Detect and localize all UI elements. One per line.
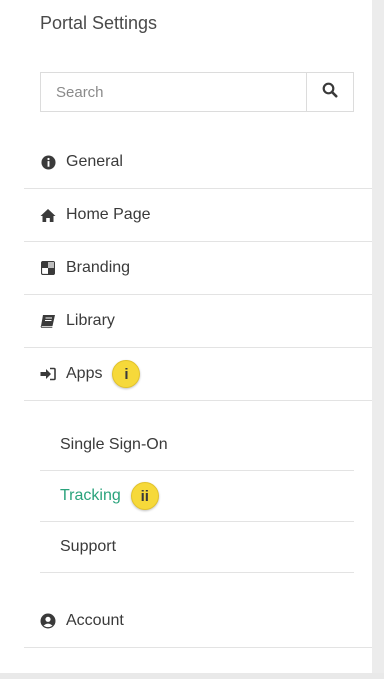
submenu-item-label: Support bbox=[60, 538, 117, 555]
search-button[interactable] bbox=[306, 73, 353, 111]
book-icon bbox=[40, 313, 56, 329]
submenu-item-tracking[interactable]: Tracking ii bbox=[40, 471, 354, 522]
sidebar-item-label: Apps bbox=[66, 365, 103, 382]
branding-icon bbox=[40, 260, 56, 276]
left-gutter bbox=[0, 0, 24, 673]
search-icon bbox=[322, 82, 338, 103]
sidebar-item-general[interactable]: General bbox=[24, 136, 372, 189]
submenu-item-label: Tracking bbox=[60, 487, 121, 504]
scrollbar-track[interactable] bbox=[372, 0, 384, 679]
submenu-item-label: Single Sign-On bbox=[60, 436, 168, 453]
sidebar-item-label: Branding bbox=[66, 259, 131, 276]
page-title: Portal Settings bbox=[40, 13, 158, 33]
callout-badge-i: i bbox=[112, 360, 141, 388]
search-input[interactable] bbox=[41, 73, 306, 111]
user-circle-icon bbox=[40, 613, 56, 629]
callout-badge-ii: ii bbox=[130, 482, 159, 510]
sidebar-item-home-page[interactable]: Home Page bbox=[24, 189, 372, 242]
sidebar-item-branding[interactable]: Branding bbox=[24, 242, 372, 295]
sidebar-item-account[interactable]: Account bbox=[24, 595, 372, 648]
submenu-item-single-sign-on[interactable]: Single Sign-On bbox=[40, 420, 354, 471]
sidebar-item-label: Home Page bbox=[66, 206, 151, 223]
bottom-edge bbox=[0, 673, 384, 679]
sidebar-item-library[interactable]: Library bbox=[24, 295, 372, 348]
sign-in-icon bbox=[40, 366, 56, 382]
sidebar-item-label: General bbox=[66, 153, 123, 170]
info-circle-icon bbox=[40, 154, 56, 170]
sidebar-item-label: Library bbox=[66, 312, 115, 329]
apps-submenu: Single Sign-On Tracking ii Support bbox=[40, 420, 354, 573]
sidebar-item-label: Account bbox=[66, 612, 124, 629]
submenu-item-support[interactable]: Support bbox=[40, 522, 354, 573]
home-icon bbox=[40, 207, 56, 223]
sidebar-item-apps[interactable]: Apps i bbox=[24, 348, 372, 401]
search-box bbox=[40, 72, 354, 112]
